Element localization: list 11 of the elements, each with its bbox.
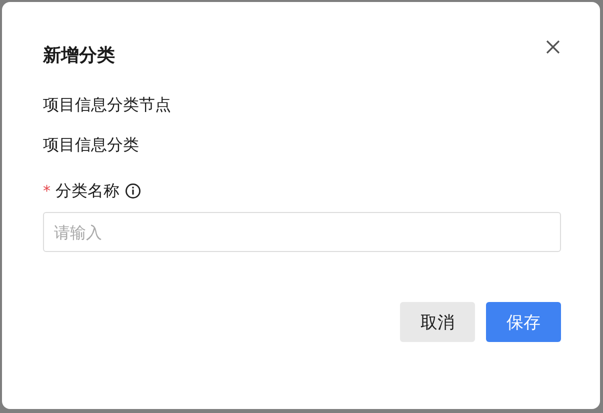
name-input-field[interactable]: 请输入 <box>43 212 561 252</box>
info-text: 项目信息分类节点 <box>43 94 172 116</box>
dialog-title: 新增分类 <box>43 44 115 67</box>
info-text: 项目信息分类 <box>43 134 140 156</box>
field-label: 分类名称 <box>56 180 120 202</box>
info-icon[interactable] <box>124 183 140 199</box>
cancel-button[interactable]: 取消 <box>400 302 475 342</box>
required-mark: * <box>43 182 50 200</box>
save-button[interactable]: 保存 <box>486 302 561 342</box>
close-icon <box>546 40 560 54</box>
close-button[interactable] <box>546 40 560 54</box>
